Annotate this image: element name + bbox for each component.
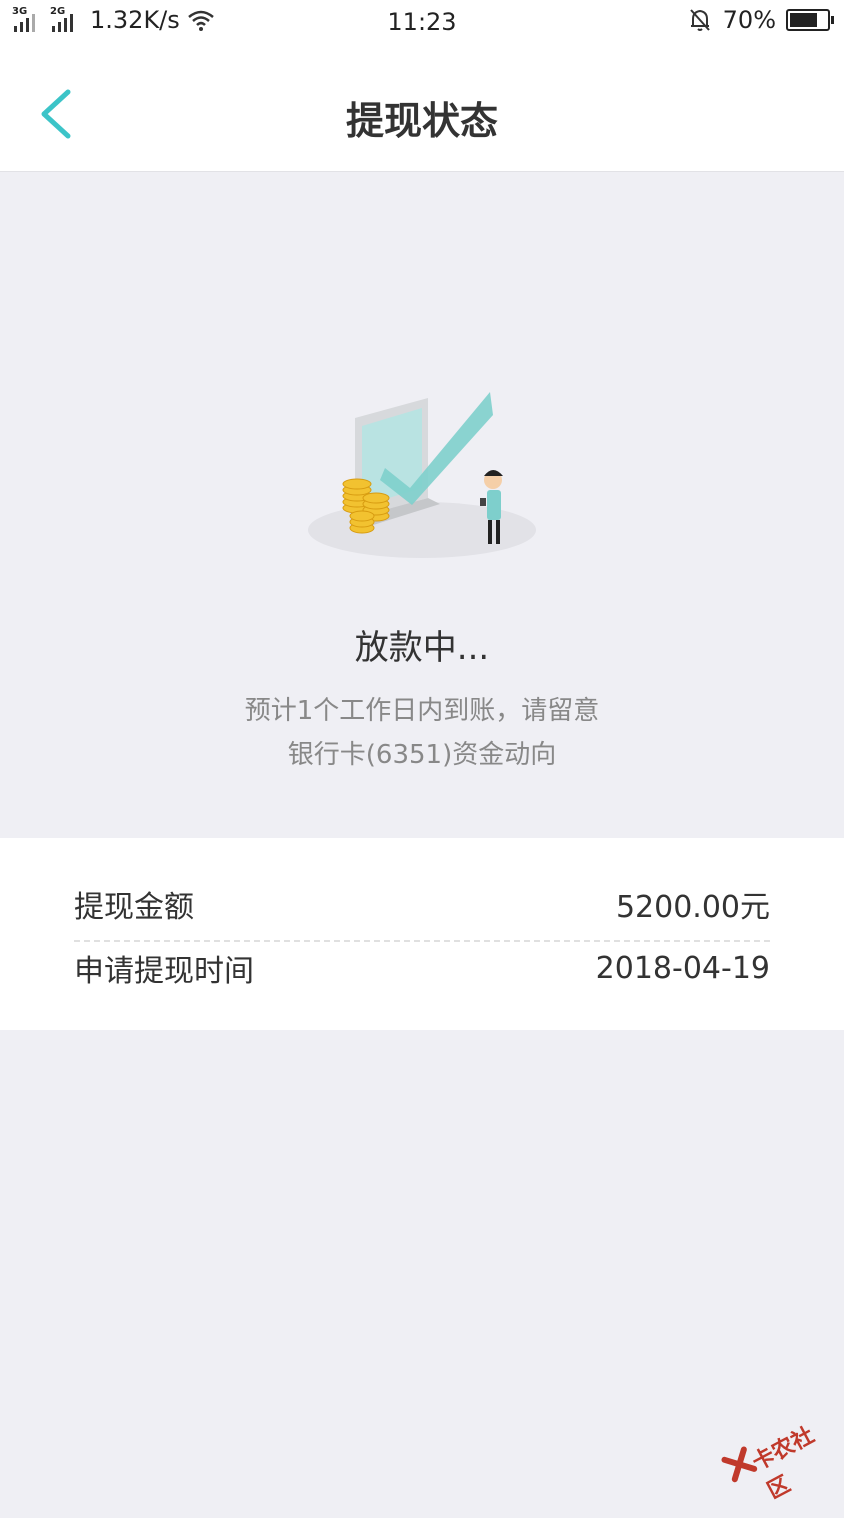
bell-muted-icon <box>689 9 710 31</box>
detail-value: 5200.00元 <box>615 890 770 925</box>
detail-label: 申请提现时间 <box>74 954 254 989</box>
payout-illustration <box>308 392 536 558</box>
status-description-line1: 预计1个工作日内到账，请留意 <box>244 696 600 726</box>
battery-icon <box>786 9 834 31</box>
payout-status-title: 放款中... <box>354 628 490 668</box>
detail-row-amount: 提现金额 5200.00元 <box>74 874 770 942</box>
nav-header: 提现状态 <box>0 46 844 172</box>
battery-percent: 70% <box>722 6 776 34</box>
withdraw-details-card: 提现金额 5200.00元 申请提现时间 2018-04-19 <box>0 838 844 1030</box>
status-description-line2: 银行卡(6351)资金动向 <box>287 740 557 770</box>
status-bar: 3G 2G 1.32K/s 11:23 70% <box>0 0 844 46</box>
status-right: 70% <box>687 6 834 34</box>
page-title: 提现状态 <box>345 99 498 143</box>
detail-label: 提现金额 <box>74 890 194 925</box>
watermark-logo: 卡农社区 <box>714 1398 839 1504</box>
detail-value: 2018-04-19 <box>595 950 770 986</box>
watermark-text: 卡农社区 <box>748 1422 819 1505</box>
detail-row-time: 申请提现时间 2018-04-19 <box>74 938 770 998</box>
